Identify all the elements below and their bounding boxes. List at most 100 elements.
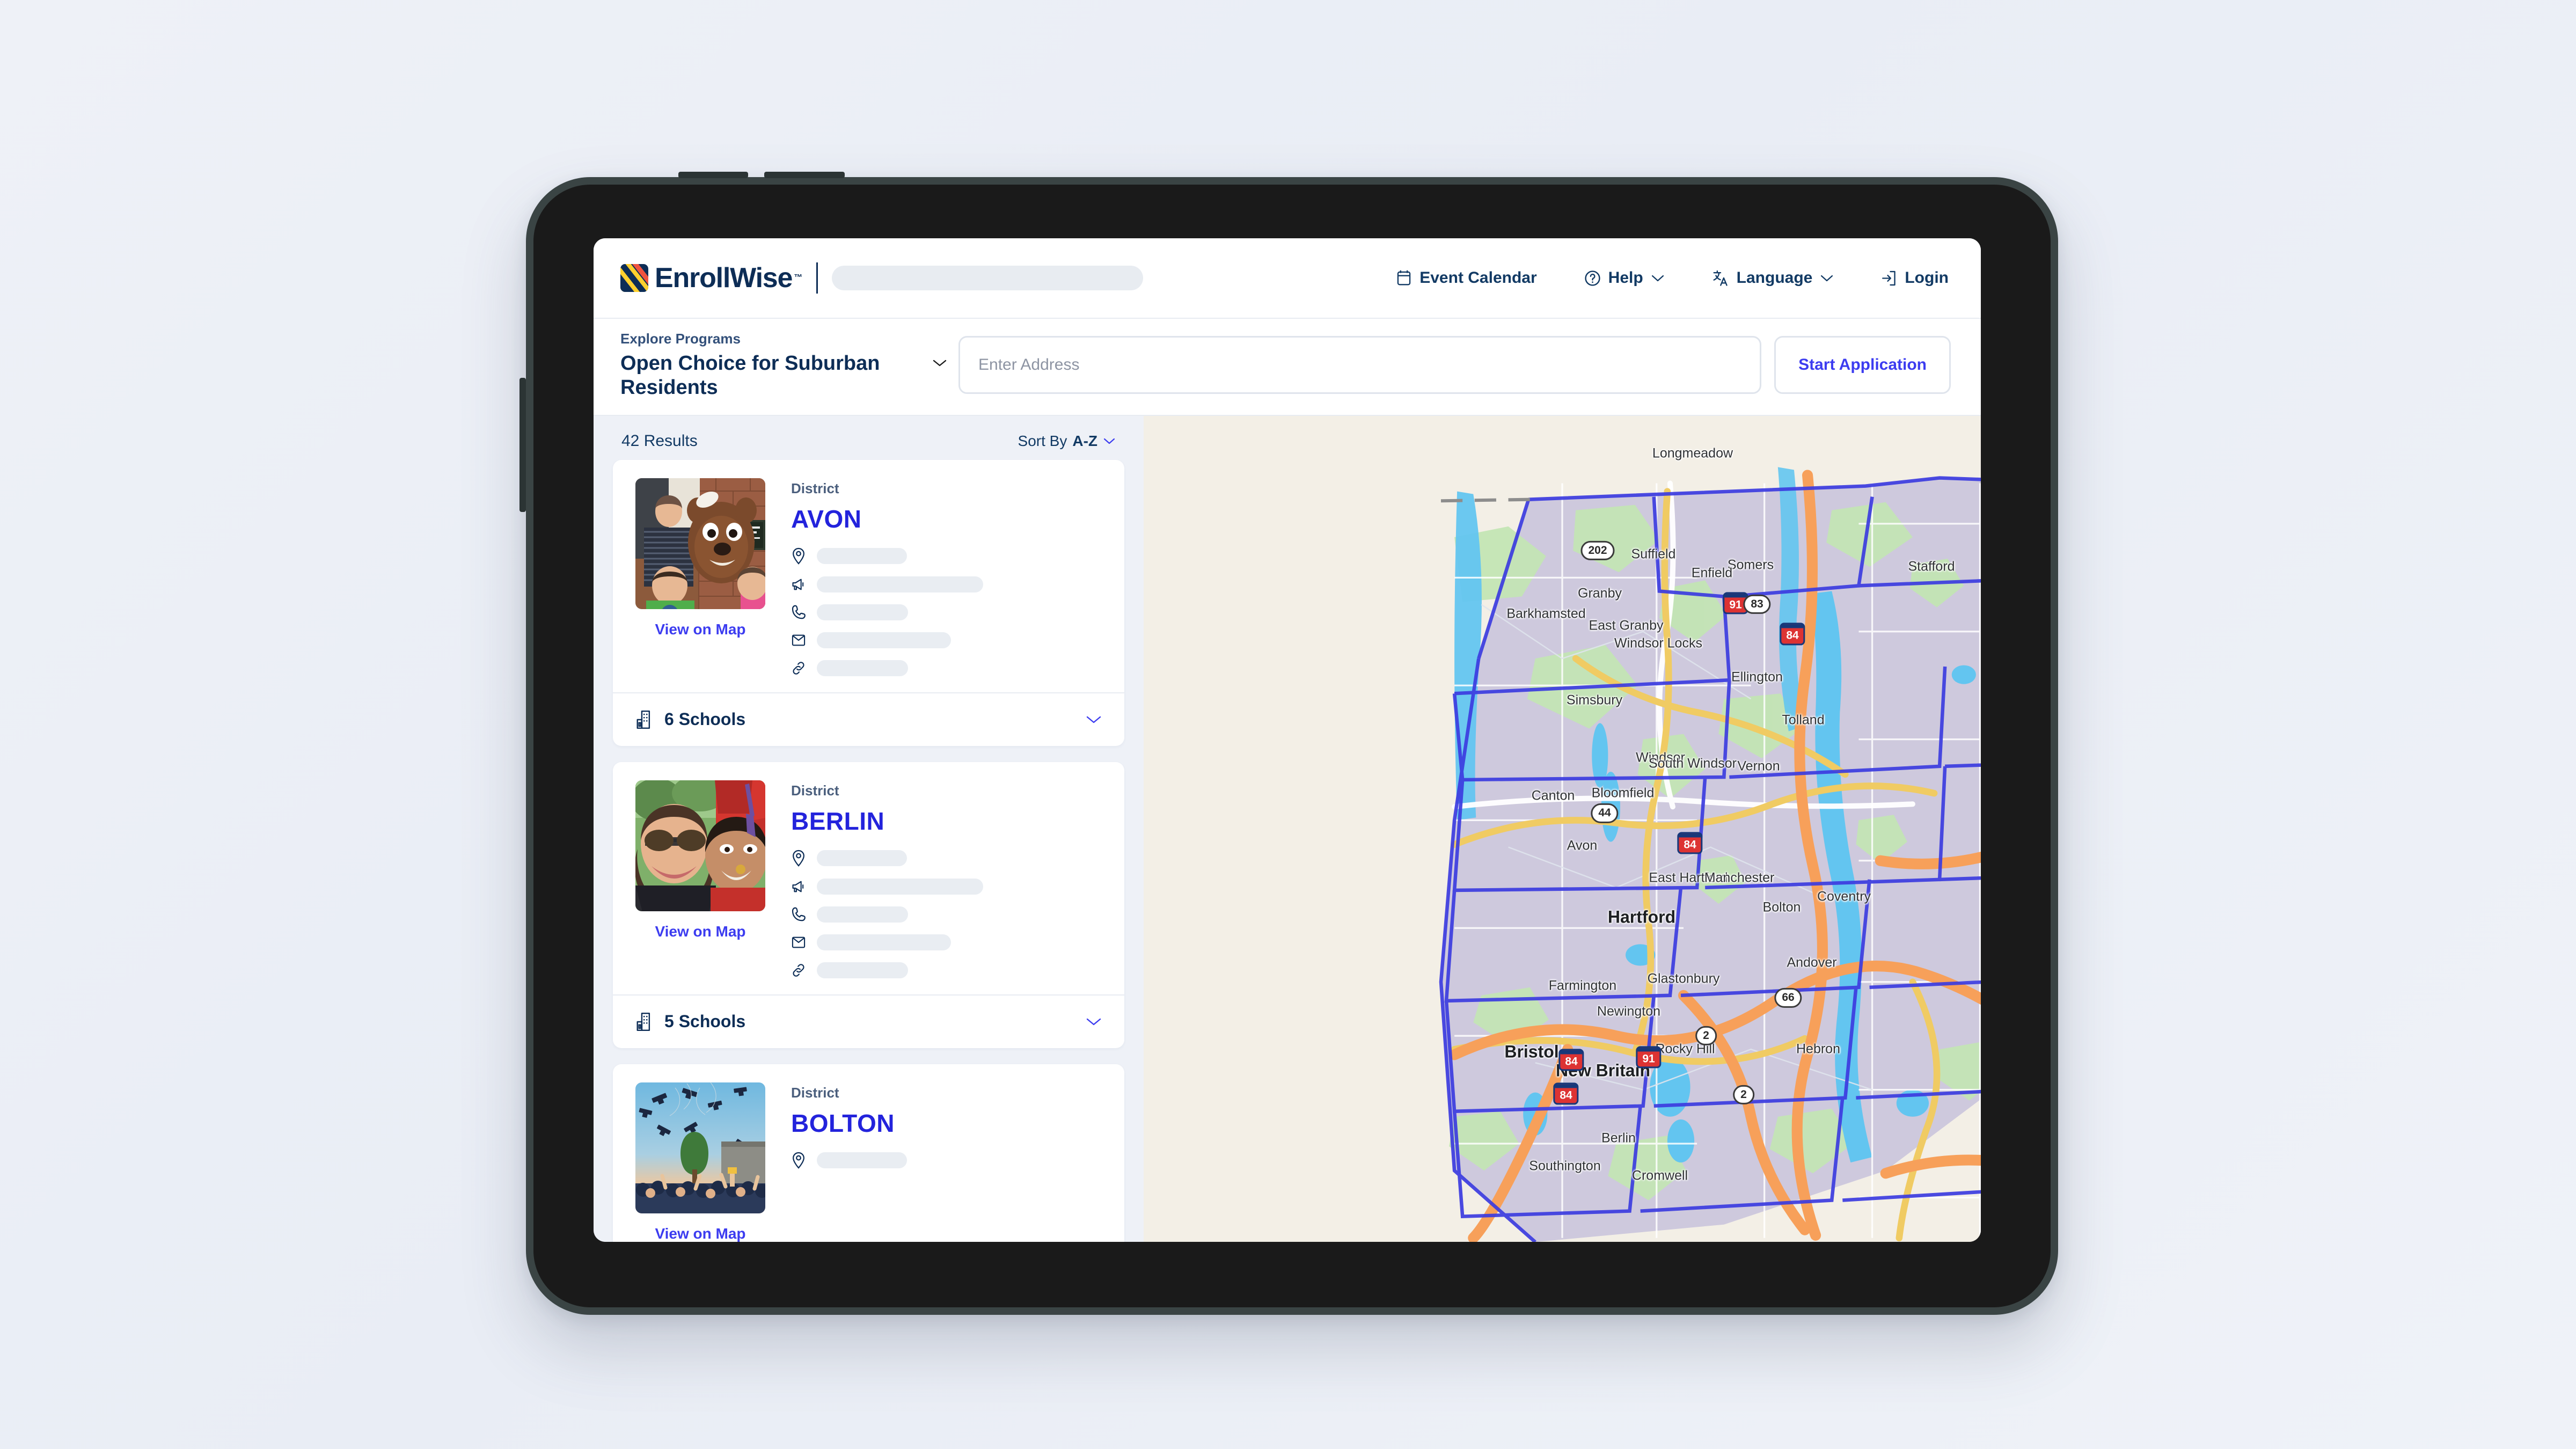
- schools-count-label: 5 Schools: [664, 1012, 746, 1031]
- map-route-shield: 83: [1743, 595, 1771, 614]
- partner-logo-placeholder: [832, 266, 1144, 290]
- map-route-shield: 84: [1677, 832, 1703, 854]
- map-place-label: Hebron: [1796, 1041, 1840, 1057]
- district-photo: AV: [635, 478, 765, 609]
- map-place-label: Coventry: [1817, 889, 1871, 904]
- translate-icon: [1713, 270, 1728, 286]
- map-place-label: Longmeadow: [1652, 445, 1733, 461]
- district-map[interactable]: Longmeadow Somers Suffield Enfield Stafford G…: [1144, 415, 1981, 1242]
- map-place-label: Glastonbury: [1647, 971, 1720, 986]
- district-eyebrow: District: [791, 782, 839, 799]
- skeleton-bar: [817, 934, 951, 950]
- mail-icon: [792, 634, 806, 646]
- map-place-label: Newington: [1597, 1004, 1661, 1019]
- side-button[interactable]: [519, 378, 526, 512]
- program-selector-title: Open Choice for Suburban Residents: [620, 352, 880, 399]
- chevron-down-icon: [1086, 716, 1101, 723]
- map-place-label: Stafford: [1908, 559, 1955, 574]
- volume-button[interactable]: [764, 172, 845, 178]
- district-photo: [635, 1082, 765, 1213]
- sort-by-label: Sort By: [1018, 432, 1067, 449]
- map-place-label: Southington: [1529, 1158, 1601, 1174]
- brand-logo[interactable]: EnrollWise ™: [620, 262, 802, 294]
- sort-by-control[interactable]: Sort By A-Z: [1018, 433, 1116, 450]
- district-card[interactable]: View on Map District BOLTON: [613, 1064, 1124, 1242]
- sort-by-value: A-Z: [1072, 432, 1097, 449]
- login-icon: [1882, 270, 1896, 286]
- skeleton-bar: [817, 660, 908, 676]
- map-place-label: Ellington: [1731, 669, 1783, 685]
- map-place-label: Tolland: [1782, 712, 1825, 728]
- schools-expander[interactable]: 6 Schools: [613, 692, 1124, 746]
- map-route-shield: 2: [1733, 1085, 1754, 1105]
- chevron-down-icon: [1103, 438, 1115, 444]
- map-place-label: Vernon: [1737, 758, 1780, 774]
- power-button[interactable]: [678, 172, 748, 178]
- program-selector[interactable]: Explore Programs Open Choice for Suburba…: [620, 331, 948, 400]
- school-building-icon: [636, 1012, 650, 1031]
- skeleton-bar: [817, 604, 908, 620]
- map-place-label: Suffield: [1631, 546, 1676, 562]
- start-application-button[interactable]: Start Application: [1774, 336, 1951, 394]
- map-place-label: Avon: [1567, 838, 1598, 853]
- view-on-map-link[interactable]: View on Map: [635, 1225, 765, 1242]
- school-building-icon: [636, 710, 650, 729]
- skeleton-bar: [817, 632, 951, 648]
- chevron-down-icon: [1821, 275, 1833, 282]
- map-place-label: Manchester: [1704, 870, 1775, 885]
- nav-login[interactable]: Login: [1857, 269, 1949, 287]
- address-input[interactable]: [958, 336, 1762, 394]
- trademark-symbol: ™: [794, 273, 803, 282]
- district-phone-row: [791, 906, 1103, 923]
- top-nav-items: Event Calendar Help Language Login: [1372, 269, 1949, 287]
- map-place-label: Bloomfield: [1591, 785, 1655, 801]
- district-address-row: [791, 547, 1103, 565]
- results-panel[interactable]: 42 Results Sort By A-Z View on Map Distr…: [594, 415, 1144, 1242]
- chevron-down-icon: [1651, 275, 1664, 282]
- map-route-shield: 2: [1695, 1026, 1717, 1045]
- district-card[interactable]: AV View on Map District AVON: [613, 459, 1124, 746]
- program-selector-eyebrow: Explore Programs: [620, 331, 741, 347]
- chevron-down-icon: [1086, 1018, 1101, 1025]
- map-place-label: Windsor Locks: [1614, 635, 1702, 651]
- map-route-shield: 44: [1591, 803, 1619, 823]
- link-icon: [793, 963, 804, 977]
- nav-language[interactable]: Language: [1688, 269, 1858, 287]
- view-on-map-link[interactable]: View on Map: [635, 923, 765, 940]
- map-place-label: Cromwell: [1631, 1168, 1688, 1183]
- main-content: 42 Results Sort By A-Z View on Map Distr…: [594, 415, 1981, 1242]
- megaphone-icon: [792, 881, 804, 892]
- map-route-shield: 91: [1636, 1046, 1662, 1069]
- chevron-down-icon: [933, 360, 947, 367]
- district-eyebrow: District: [791, 480, 839, 496]
- district-email-row: [791, 632, 1103, 648]
- nav-login-label: Login: [1905, 269, 1949, 287]
- district-address-row: [791, 1152, 1103, 1169]
- view-on-map-link[interactable]: View on Map: [635, 621, 765, 638]
- search-filter-bar: Explore Programs Open Choice for Suburba…: [594, 319, 1981, 416]
- top-navigation-bar: EnrollWise ™ Event Calendar Help Languag…: [594, 238, 1981, 319]
- map-place-label: Hartford: [1607, 907, 1676, 927]
- skeleton-bar: [817, 850, 907, 866]
- nav-event-calendar[interactable]: Event Calendar: [1372, 269, 1560, 287]
- nav-event-calendar-label: Event Calendar: [1419, 269, 1537, 287]
- district-announcement-row: [791, 878, 1103, 895]
- schools-expander[interactable]: 5 Schools: [613, 994, 1124, 1048]
- district-card[interactable]: View on Map District BERLIN 5 Schools: [613, 762, 1124, 1048]
- district-name: BOLTON: [791, 1109, 895, 1137]
- link-icon: [793, 661, 804, 675]
- nav-help[interactable]: Help: [1561, 269, 1688, 287]
- brand-divider: [816, 262, 818, 294]
- map-place-label: East Granby: [1589, 618, 1664, 633]
- mail-icon: [792, 936, 806, 948]
- skeleton-bar: [817, 962, 908, 978]
- skeleton-bar: [817, 906, 908, 923]
- map-place-label: Granby: [1578, 586, 1622, 601]
- map-place-label: Enfield: [1691, 565, 1733, 581]
- skeleton-bar: [817, 1152, 907, 1168]
- district-website-row: [791, 660, 1103, 676]
- phone-icon: [792, 605, 806, 619]
- skeleton-bar: [817, 878, 983, 895]
- map-place-label: Canton: [1531, 788, 1575, 803]
- brand-name: EnrollWise: [655, 262, 793, 294]
